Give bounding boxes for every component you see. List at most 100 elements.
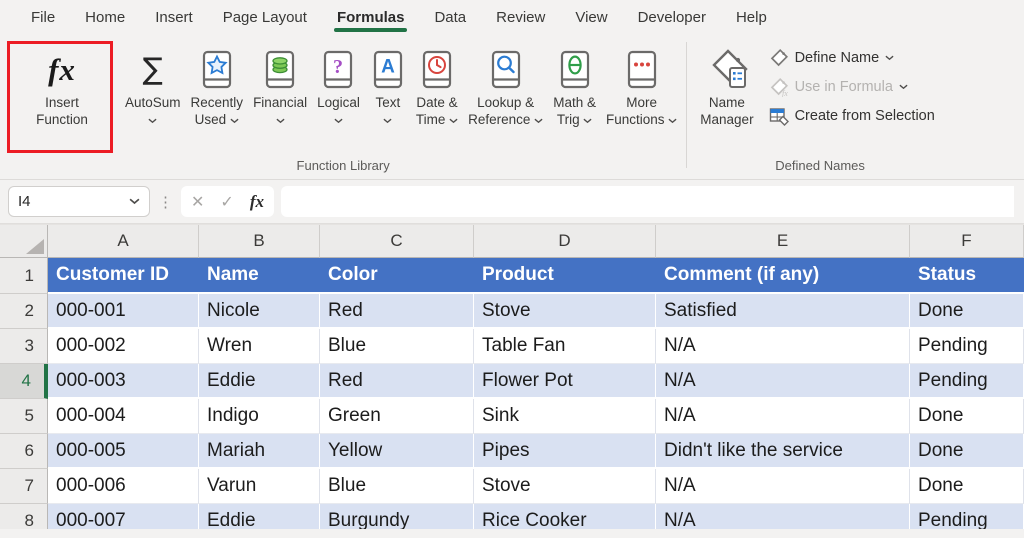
enter-icon[interactable]: ✓ (220, 192, 233, 212)
cell-D6[interactable]: Pipes (474, 434, 656, 469)
cell-B7[interactable]: Varun (199, 469, 320, 504)
cell-A2[interactable]: 000-001 (48, 294, 199, 329)
cell-B4[interactable]: Eddie (199, 364, 320, 399)
table-header-cell-A1[interactable]: Customer ID (48, 258, 199, 294)
autosum-button[interactable]: ∑ AutoSum (120, 43, 186, 132)
table-header-cell-D1[interactable]: Product (474, 258, 656, 294)
cell-F7[interactable]: Done (910, 469, 1024, 504)
cell-C2[interactable]: Red (320, 294, 474, 329)
cell-E7[interactable]: N/A (656, 469, 910, 504)
lookup-reference-button[interactable]: Lookup & Reference (463, 43, 548, 132)
chevron-down-icon (583, 118, 592, 124)
cell-A6[interactable]: 000-005 (48, 434, 199, 469)
cell-A7[interactable]: 000-006 (48, 469, 199, 504)
cell-A8[interactable]: 000-007 (48, 504, 199, 529)
tab-view[interactable]: View (562, 3, 620, 31)
cell-F6[interactable]: Done (910, 434, 1024, 469)
cell-E4[interactable]: N/A (656, 364, 910, 399)
tab-developer[interactable]: Developer (625, 3, 719, 31)
cell-B5[interactable]: Indigo (199, 399, 320, 434)
column-header-B[interactable]: B (199, 225, 320, 258)
cell-D3[interactable]: Table Fan (474, 329, 656, 364)
cell-C3[interactable]: Blue (320, 329, 474, 364)
recently-used-button[interactable]: Recently Used (186, 43, 249, 132)
table-header-cell-B1[interactable]: Name (199, 258, 320, 294)
cell-D5[interactable]: Sink (474, 399, 656, 434)
insert-function-fx-icon[interactable]: fx (250, 192, 264, 212)
column-header-F[interactable]: F (910, 225, 1024, 258)
tab-data[interactable]: Data (421, 3, 479, 31)
tab-home[interactable]: Home (72, 3, 138, 31)
row-header-7[interactable]: 7 (0, 469, 48, 504)
cell-A5[interactable]: 000-004 (48, 399, 199, 434)
spreadsheet: A B C D E F 1 Customer ID Name Color Product Commen… (0, 224, 1024, 529)
insert-function-button[interactable]: fx Insert Function (6, 43, 118, 132)
column-header-E[interactable]: E (656, 225, 910, 258)
cell-C7[interactable]: Blue (320, 469, 474, 504)
column-header-C[interactable]: C (320, 225, 474, 258)
more-functions-button[interactable]: More Functions (601, 43, 682, 132)
row-header-2[interactable]: 2 (0, 294, 48, 329)
row-header-1[interactable]: 1 (0, 258, 48, 294)
name-box[interactable]: I4 (8, 186, 150, 217)
tab-insert[interactable]: Insert (142, 3, 206, 31)
cell-D4[interactable]: Flower Pot (474, 364, 656, 399)
cell-D2[interactable]: Stove (474, 294, 656, 329)
row-header-5[interactable]: 5 (0, 399, 48, 434)
tab-help[interactable]: Help (723, 3, 780, 31)
cell-E3[interactable]: N/A (656, 329, 910, 364)
formula-bar-splitter[interactable]: ⋮ (157, 193, 174, 211)
ribbon-tab-bar: File Home Insert Page Layout Formulas Da… (0, 0, 1024, 34)
cell-F2[interactable]: Done (910, 294, 1024, 329)
chevron-down-icon[interactable] (129, 198, 140, 205)
cell-C4[interactable]: Red (320, 364, 474, 399)
cell-B3[interactable]: Wren (199, 329, 320, 364)
cell-A4[interactable]: 000-003 (48, 364, 199, 399)
table-header-cell-E1[interactable]: Comment (if any) (656, 258, 910, 294)
cell-D8[interactable]: Rice Cooker (474, 504, 656, 529)
tab-review[interactable]: Review (483, 3, 558, 31)
select-all-button[interactable] (0, 225, 48, 258)
math-trig-button[interactable]: Math & Trig (548, 43, 601, 132)
svg-text:?: ? (333, 56, 343, 78)
cell-E2[interactable]: Satisfied (656, 294, 910, 329)
cell-E5[interactable]: N/A (656, 399, 910, 434)
chevron-down-icon (668, 118, 677, 124)
cell-C8[interactable]: Burgundy (320, 504, 474, 529)
column-header-D[interactable]: D (474, 225, 656, 258)
cell-E6[interactable]: Didn't like the service (656, 434, 910, 469)
cell-E8[interactable]: N/A (656, 504, 910, 529)
cell-C5[interactable]: Green (320, 399, 474, 434)
row-header-4[interactable]: 4 (0, 364, 48, 399)
cell-B8[interactable]: Eddie (199, 504, 320, 529)
cancel-icon[interactable]: ✕ (191, 192, 204, 212)
cell-B6[interactable]: Mariah (199, 434, 320, 469)
cell-B2[interactable]: Nicole (199, 294, 320, 329)
tab-page-layout[interactable]: Page Layout (210, 3, 320, 31)
use-in-formula-button[interactable]: fx Use in Formula (769, 77, 935, 97)
book-clock-icon (419, 46, 455, 94)
row-header-6[interactable]: 6 (0, 434, 48, 469)
cell-F4[interactable]: Pending (910, 364, 1024, 399)
cell-F5[interactable]: Done (910, 399, 1024, 434)
row-header-3[interactable]: 3 (0, 329, 48, 364)
define-name-button[interactable]: Define Name (769, 48, 935, 68)
text-button[interactable]: A Text (365, 43, 411, 132)
cell-F3[interactable]: Pending (910, 329, 1024, 364)
column-header-A[interactable]: A (48, 225, 199, 258)
table-header-cell-C1[interactable]: Color (320, 258, 474, 294)
cell-D7[interactable]: Stove (474, 469, 656, 504)
cell-A3[interactable]: 000-002 (48, 329, 199, 364)
date-time-button[interactable]: Date & Time (411, 43, 463, 132)
tab-formulas[interactable]: Formulas (324, 3, 418, 32)
cell-C6[interactable]: Yellow (320, 434, 474, 469)
create-from-selection-button[interactable]: Create from Selection (769, 106, 935, 126)
tab-file[interactable]: File (18, 3, 68, 31)
row-header-8[interactable]: 8 (0, 504, 48, 529)
formula-input[interactable] (280, 186, 1014, 217)
financial-button[interactable]: Financial (248, 43, 312, 132)
name-manager-button[interactable]: Name Manager (695, 43, 758, 179)
table-header-cell-F1[interactable]: Status (910, 258, 1024, 294)
logical-button[interactable]: ? Logical (312, 43, 365, 132)
cell-F8[interactable]: Pending (910, 504, 1024, 529)
